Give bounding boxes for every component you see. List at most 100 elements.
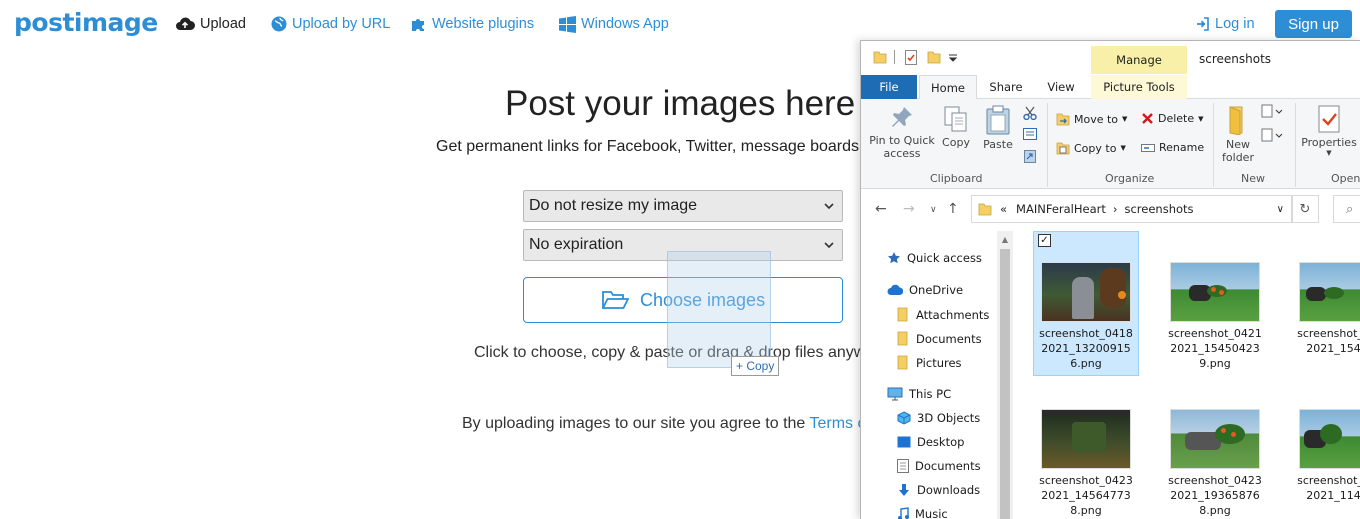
file-explorer-window[interactable]: Manage screenshots File Home Share View …: [860, 40, 1360, 519]
cloud-icon: [887, 284, 903, 295]
copy-to-icon: [1056, 142, 1070, 155]
file-item[interactable]: screenshot_04212021_154507: [1291, 262, 1360, 356]
drag-ghost-image: [667, 251, 771, 368]
nav-desktop[interactable]: Desktop: [897, 435, 964, 449]
pin-label: Pin to Quick access: [869, 134, 935, 160]
thumbnail-image: [1041, 409, 1131, 469]
resize-select[interactable]: Do not resize my image: [523, 190, 843, 222]
rename-button[interactable]: Rename: [1141, 141, 1204, 154]
pin-quick-access-button[interactable]: Pin to Quick access: [867, 105, 937, 160]
nav-downloads[interactable]: Downloads: [897, 483, 980, 497]
nav-onedrive-documents[interactable]: Documents: [897, 331, 982, 346]
postimage-logo[interactable]: postimage: [14, 8, 158, 37]
nav-documents[interactable]: Documents: [897, 459, 981, 473]
terms-prefix: By uploading images to our site you agre…: [462, 415, 810, 432]
move-to-button[interactable]: Move to ▼: [1056, 112, 1127, 126]
file-list: ✓ screenshot_04182021_132009156.png scre…: [1021, 231, 1360, 519]
paste-icon: [986, 105, 1010, 135]
nav-website-plugins[interactable]: Website plugins: [411, 14, 534, 34]
copy-path-icon[interactable]: [1023, 128, 1037, 140]
rename-icon: [1141, 143, 1155, 152]
file-item[interactable]: screenshot_04232021_145647738.png: [1033, 409, 1139, 518]
new-folder-button[interactable]: New folder: [1219, 105, 1257, 164]
globe-icon: [271, 16, 287, 32]
cut-icon[interactable]: [1023, 106, 1037, 120]
nav-pictures[interactable]: Pictures: [897, 355, 962, 370]
nav-music[interactable]: Music: [897, 507, 948, 519]
file-item[interactable]: screenshot_04212021_154504239.png: [1162, 262, 1268, 371]
nav-onedrive[interactable]: OneDrive: [887, 283, 963, 297]
tab-home[interactable]: Home: [919, 75, 977, 100]
tab-picture-tools[interactable]: Picture Tools: [1091, 75, 1187, 99]
sign-up-button[interactable]: Sign up: [1275, 10, 1352, 38]
item-checkbox[interactable]: ✓: [1038, 234, 1051, 247]
properties-button[interactable]: Properties ▼: [1299, 105, 1359, 157]
address-part-2[interactable]: screenshots: [1124, 202, 1193, 216]
expiration-select-value: No expiration: [529, 236, 624, 253]
address-dropdown-icon[interactable]: ∨: [1277, 204, 1284, 215]
copy-to-button[interactable]: Copy to ▼: [1056, 141, 1126, 155]
manage-tab[interactable]: Manage: [1091, 46, 1187, 74]
file-item[interactable]: ✓ screenshot_04182021_132009156.png: [1033, 231, 1139, 376]
nav-log-in[interactable]: Log in: [1196, 14, 1255, 34]
customize-dropdown-icon[interactable]: [949, 54, 957, 62]
nav-windows-app[interactable]: Windows App: [559, 14, 669, 34]
address-separator: ›: [1112, 202, 1118, 216]
tab-view[interactable]: View: [1037, 75, 1085, 99]
forward-arrow-icon[interactable]: →: [903, 201, 915, 217]
nav-this-pc[interactable]: This PC: [887, 387, 951, 401]
copy-label: Copy: [942, 136, 970, 149]
nav-desktop-label: Desktop: [917, 435, 965, 449]
file-item[interactable]: screenshot_04232021_114612: [1291, 409, 1360, 503]
thumbnail-image: [1170, 262, 1260, 322]
move-to-icon: [1056, 113, 1070, 126]
delete-button[interactable]: Delete ▼: [1141, 112, 1204, 125]
clipboard-group-label: Clipboard: [930, 172, 983, 185]
easy-access-icon[interactable]: [1261, 126, 1285, 144]
nav-quick-access-label: Quick access: [907, 251, 982, 265]
refresh-icon[interactable]: ↻: [1291, 195, 1319, 223]
thumbnail-image: [1170, 409, 1260, 469]
paste-shortcut-icon[interactable]: [1024, 149, 1036, 163]
terms-link[interactable]: Terms c: [809, 415, 865, 432]
title-bar[interactable]: Manage screenshots: [861, 41, 1360, 75]
drag-copy-cursor: + Copy: [731, 356, 780, 376]
nav-quick-access[interactable]: Quick access: [887, 251, 982, 265]
back-arrow-icon[interactable]: ←: [875, 201, 887, 217]
copy-button[interactable]: Copy: [939, 105, 973, 149]
file-item[interactable]: screenshot_04232021_193658768.png: [1162, 409, 1268, 518]
cloud-upload-icon: [176, 17, 195, 30]
tab-share[interactable]: Share: [981, 75, 1031, 99]
nav-attachments[interactable]: Attachments: [897, 307, 989, 322]
tab-file[interactable]: File: [861, 75, 917, 99]
file-name: screenshot_04232021_114612: [1297, 474, 1360, 502]
properties-icon: [1318, 105, 1340, 133]
address-part-1[interactable]: MAINFeralHeart: [1016, 202, 1106, 216]
rename-label: Rename: [1159, 141, 1205, 154]
thumbnail-image: [1299, 409, 1360, 469]
paste-button[interactable]: Paste: [981, 105, 1015, 151]
up-arrow-icon[interactable]: ↑: [947, 201, 959, 217]
address-input[interactable]: « MAINFeralHeart › screenshots ∨: [971, 195, 1293, 223]
scroll-up-arrow-icon[interactable]: ▲: [997, 231, 1013, 247]
nav-upload[interactable]: Upload: [175, 14, 246, 34]
scroll-thumb[interactable]: [1000, 249, 1010, 519]
recent-locations-icon[interactable]: ∨: [930, 205, 937, 215]
pin-icon: [892, 107, 912, 127]
nav-pane-scrollbar[interactable]: ▲: [997, 231, 1013, 519]
nav-onedrive-label: OneDrive: [909, 283, 964, 297]
navigation-pane: Quick access OneDrive Attachments Docume…: [861, 231, 1016, 519]
nav-upload-by-url[interactable]: Upload by URL: [271, 14, 390, 34]
new-item-icon[interactable]: [1261, 104, 1285, 122]
search-icon[interactable]: ⌕: [1333, 195, 1360, 223]
hero-title: Post your images here: [505, 84, 856, 123]
thumbnail-image: [1299, 262, 1360, 322]
chevron-down-icon: [824, 202, 834, 209]
file-name: screenshot_04232021_145647738.png: [1039, 474, 1133, 517]
properties-check-icon[interactable]: [904, 50, 918, 65]
document-icon: [897, 459, 909, 473]
nav-music-label: Music: [915, 507, 948, 519]
nav-3d-objects[interactable]: 3D Objects: [897, 411, 980, 425]
sign-in-icon: [1197, 17, 1209, 31]
new-folder-icon[interactable]: [927, 50, 941, 64]
